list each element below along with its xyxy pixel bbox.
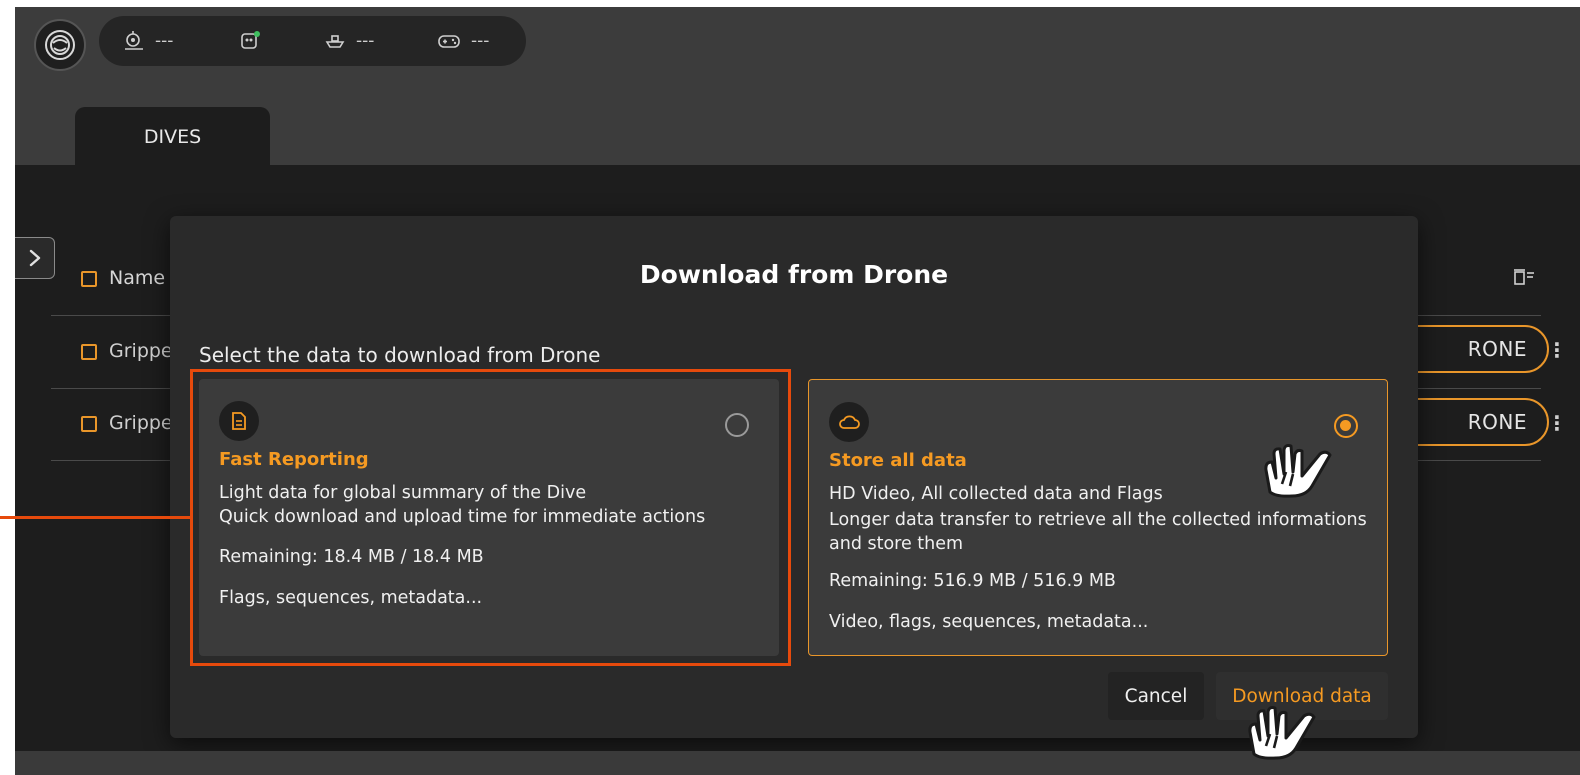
top-bar: --- --- --- DIVES	[15, 7, 1580, 167]
option-contents: Video, flags, sequences, metadata...	[829, 612, 1149, 632]
status-item-sensor	[239, 30, 261, 52]
gamepad-icon	[438, 35, 460, 48]
option-remaining: Remaining: 516.9 MB / 516.9 MB	[829, 571, 1116, 591]
row-more-menu-icon[interactable]: ⋮	[1547, 338, 1567, 362]
radio-store-all-data[interactable]	[1334, 414, 1358, 438]
cloud-icon	[829, 402, 869, 442]
status-bar: --- --- ---	[99, 16, 526, 66]
highlight-connector-line	[0, 516, 190, 519]
logo-icon	[45, 30, 75, 60]
highlight-box	[190, 369, 791, 666]
row-checkbox[interactable]	[81, 416, 97, 432]
trash-filter-icon[interactable]	[1513, 267, 1535, 287]
sidebar-toggle-button[interactable]	[15, 237, 55, 279]
option-title: Store all data	[829, 450, 967, 471]
column-header-name: Name	[109, 267, 166, 289]
option-desc-line2: Longer data transfer to retrieve all the…	[829, 510, 1367, 554]
status-position-value: ---	[155, 31, 174, 51]
pointing-hand-icon	[1264, 444, 1332, 498]
dialog-title: Download from Drone	[639, 260, 949, 289]
cancel-button[interactable]: Cancel	[1108, 672, 1204, 720]
select-all-checkbox[interactable]	[81, 271, 97, 287]
chevron-right-icon	[29, 249, 40, 267]
drone-position-icon	[125, 31, 143, 50]
option-desc-line1: HD Video, All collected data and Flags	[829, 484, 1163, 504]
status-item-boat: ---	[324, 30, 374, 52]
status-item-position: ---	[123, 30, 173, 52]
status-boat-value: ---	[356, 31, 375, 51]
tab-dives[interactable]: DIVES	[75, 107, 270, 167]
bottom-strip	[15, 751, 1580, 775]
status-item-controller: ---	[437, 30, 489, 52]
sensor-status-icon	[241, 31, 260, 49]
row-checkbox[interactable]	[81, 344, 97, 360]
row-more-menu-icon[interactable]: ⋮	[1547, 411, 1567, 435]
dialog-subtitle: Select the data to download from Drone	[199, 343, 601, 367]
option-card-store-all[interactable]: Store all data HD Video, All collected d…	[808, 379, 1388, 656]
app-logo-button[interactable]	[34, 19, 86, 71]
status-controller-value: ---	[471, 31, 490, 51]
pointing-hand-icon	[1248, 706, 1316, 760]
boat-icon	[325, 35, 345, 48]
